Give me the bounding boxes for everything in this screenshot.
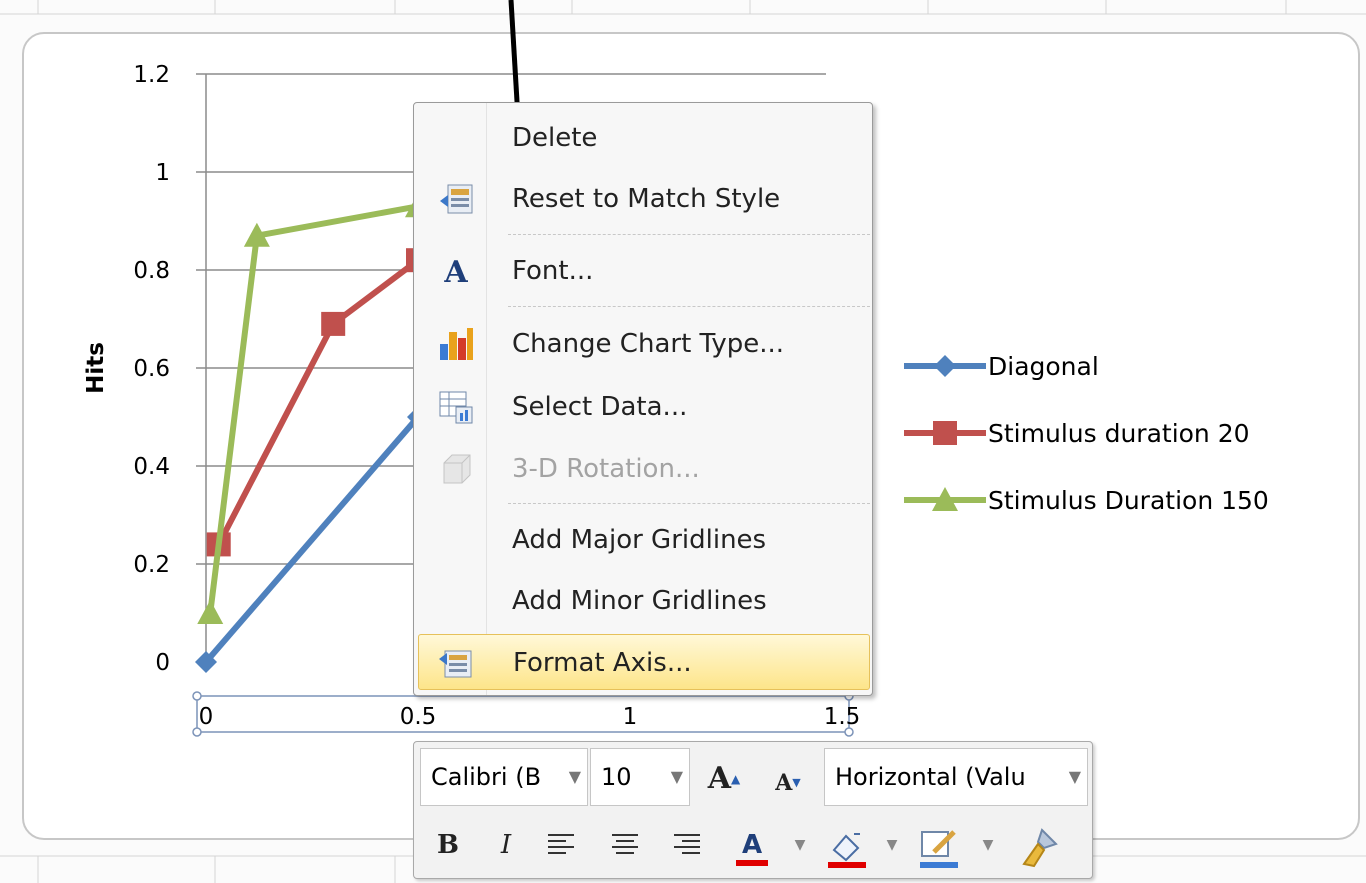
chevron-down-icon: ▼: [670, 767, 683, 786]
y-tick-label: 0: [155, 650, 170, 676]
x-axis-selection-box: [196, 695, 850, 733]
legend-label-2: Stimulus duration 20: [988, 419, 1250, 448]
legend-marker-1: [934, 355, 956, 377]
outline-color-icon[interactable]: [916, 826, 962, 870]
x-tick-label[interactable]: 0.5: [400, 704, 437, 730]
x-tick-label[interactable]: 1.5: [824, 704, 861, 730]
grow-font-icon: A: [707, 761, 732, 796]
chart-type-icon: [440, 328, 473, 360]
menu-item-label: Select Data...: [512, 392, 688, 422]
menu-item-add-minor-gridlines[interactable]: Add Minor Gridlines: [418, 573, 870, 629]
data-point-marker: [197, 600, 224, 624]
menu-item-label: Add Minor Gridlines: [512, 586, 767, 616]
italic-button[interactable]: I: [484, 820, 528, 870]
font-color-icon: A: [741, 830, 763, 860]
format-axis-icon: [439, 650, 472, 678]
bold-button[interactable]: B: [426, 820, 470, 870]
bold-icon: B: [437, 830, 459, 860]
chart-element-selector[interactable]: Horizontal (Valu ▼: [824, 748, 1088, 806]
x-tick-label[interactable]: 0: [199, 704, 214, 730]
menu-item-label: Format Axis...: [513, 648, 692, 678]
series-line-3: [207, 203, 419, 614]
font-size-dropdown[interactable]: 10 ▼: [590, 748, 690, 806]
font-color-button[interactable]: A: [730, 820, 774, 870]
x-tick-label[interactable]: 1: [623, 704, 638, 730]
menu-item-reset-to-match-style[interactable]: Reset to Match Style: [418, 171, 870, 227]
menu-item-select-data[interactable]: Select Data...: [418, 379, 870, 435]
rotation-3d-icon: [443, 454, 471, 484]
svg-text:A: A: [443, 255, 468, 290]
chevron-down-icon[interactable]: ▼: [884, 820, 900, 870]
y-axis-title: Hits: [83, 342, 109, 394]
y-tick-label: 0.8: [133, 258, 170, 284]
reset-style-icon: [440, 184, 473, 214]
chevron-down-icon[interactable]: ▼: [792, 820, 808, 870]
menu-item-label: Font...: [512, 256, 594, 286]
legend-marker-2: [933, 421, 957, 445]
menu-item-add-major-gridlines[interactable]: Add Major Gridlines: [418, 512, 870, 568]
menu-item-label: 3-D Rotation...: [512, 454, 700, 484]
select-data-icon: [439, 391, 473, 424]
menu-item-3d-rotation: 3-D Rotation...: [418, 441, 870, 497]
y-tick-label: 0.6: [133, 356, 170, 382]
fill-color-icon[interactable]: [824, 826, 870, 870]
shrink-font-icon: A: [775, 770, 793, 796]
chevron-down-icon[interactable]: ▼: [980, 820, 996, 870]
y-tick-label: 1: [155, 160, 170, 186]
font-size-value: 10: [601, 763, 632, 791]
y-tick-label: 1.2: [133, 62, 170, 88]
menu-separator: [508, 234, 870, 235]
menu-item-change-chart-type[interactable]: Change Chart Type...: [418, 316, 870, 372]
menu-item-label: Delete: [512, 123, 598, 153]
legend-label-1: Diagonal: [988, 352, 1099, 381]
mini-formatting-toolbar: Calibri (B ▼ 10 ▼ A▲ A▼ Horizontal (Valu…: [413, 741, 1093, 879]
format-painter-icon[interactable]: [1016, 826, 1062, 870]
menu-separator: [508, 306, 870, 307]
menu-item-label: Change Chart Type...: [512, 329, 785, 359]
series-line-1: [203, 415, 421, 664]
context-menu: Delete Reset to Match Style A Font... Ch…: [413, 102, 873, 696]
font-name-dropdown[interactable]: Calibri (B ▼: [420, 748, 588, 806]
align-right-icon[interactable]: [672, 832, 702, 858]
menu-item-label: Reset to Match Style: [512, 184, 781, 214]
menu-item-delete[interactable]: Delete: [418, 110, 870, 166]
selection-handle: [192, 691, 202, 701]
data-point-marker: [321, 311, 346, 336]
italic-icon: I: [500, 830, 512, 860]
shrink-font-button[interactable]: A▼: [766, 758, 810, 808]
font-icon: A: [443, 255, 468, 290]
align-center-icon[interactable]: [610, 832, 640, 858]
y-tick-label: 0.4: [133, 454, 170, 480]
font-name-value: Calibri (B: [431, 763, 542, 791]
chevron-down-icon: ▼: [568, 767, 581, 786]
grow-font-button[interactable]: A▲: [702, 754, 746, 804]
menu-separator: [508, 503, 870, 504]
menu-item-font[interactable]: A Font...: [418, 243, 870, 299]
align-left-icon[interactable]: [546, 832, 576, 858]
menu-item-label: Add Major Gridlines: [512, 525, 767, 555]
chart-element-value: Horizontal (Valu: [835, 763, 1026, 791]
font-color-swatch: [736, 860, 768, 866]
chevron-down-icon: ▼: [1064, 749, 1081, 805]
legend-label-3: Stimulus Duration 150: [988, 486, 1269, 515]
menu-item-format-axis[interactable]: Format Axis...: [418, 634, 870, 690]
y-tick-label: 0.2: [133, 552, 170, 578]
